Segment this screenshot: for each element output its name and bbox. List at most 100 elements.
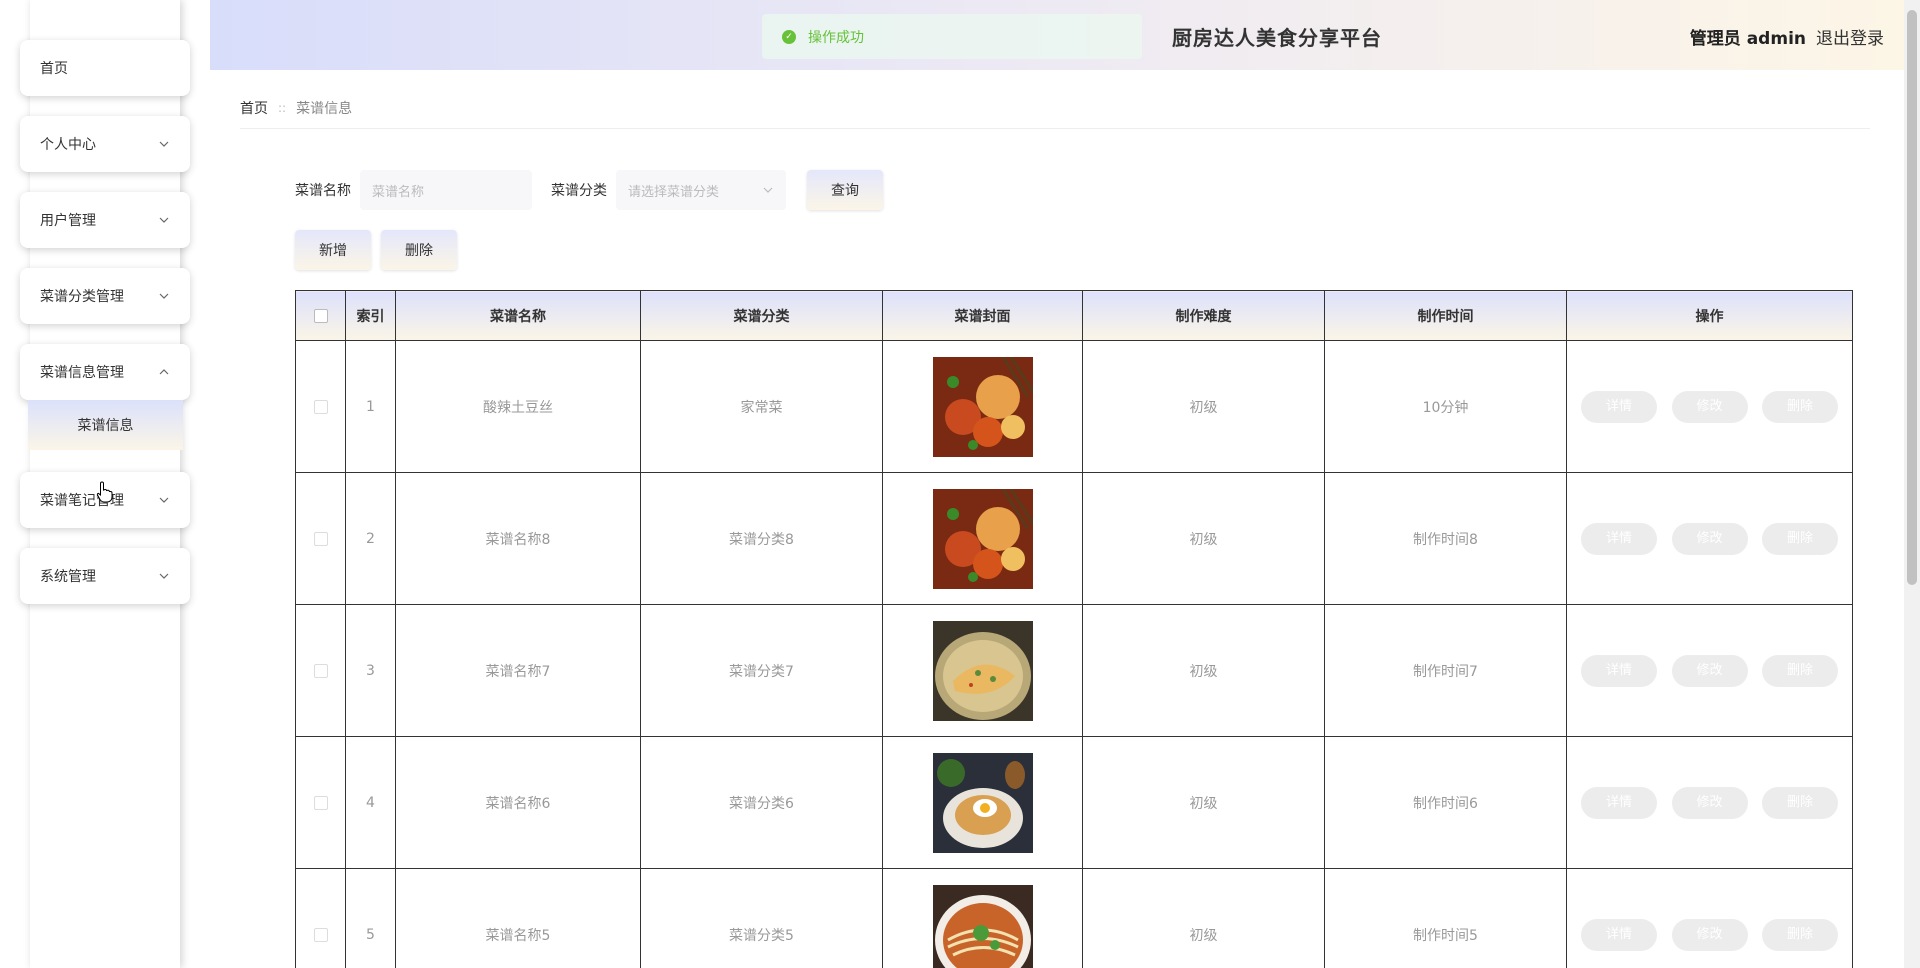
recipe-name: 菜谱名称7: [395, 604, 641, 737]
row-delete-button[interactable]: 删除: [1761, 786, 1838, 819]
recipe-category: 菜谱分类6: [640, 736, 883, 869]
food-photo-3: [932, 620, 1033, 721]
recipe-time: 10分钟: [1324, 340, 1567, 473]
column-header: 制作难度: [1082, 290, 1325, 341]
recipe-category: 菜谱分类8: [640, 472, 883, 605]
recipe-time: 制作时间5: [1324, 868, 1567, 968]
sidebar-item-personal-center[interactable]: 个人中心: [20, 116, 190, 172]
recipe-category-select[interactable]: 请选择菜谱分类: [616, 170, 786, 210]
edit-button[interactable]: 修改: [1671, 918, 1748, 951]
hand-cursor-icon: [96, 481, 113, 503]
checkbox[interactable]: [313, 927, 328, 942]
checkbox[interactable]: [313, 399, 328, 414]
recipe-category: 家常菜: [640, 340, 883, 473]
detail-button[interactable]: 详情: [1581, 654, 1658, 687]
query-button[interactable]: 查询: [807, 170, 883, 210]
breadcrumb-home[interactable]: 首页: [240, 98, 268, 118]
chevron-down-icon: [159, 141, 169, 147]
recipe-cover-cell: [882, 340, 1083, 473]
detail-button[interactable]: 详情: [1581, 522, 1658, 555]
breadcrumb-separator: ::: [278, 101, 287, 115]
recipe-time: 制作时间7: [1324, 604, 1567, 737]
scrollbar-thumb[interactable]: [1907, 10, 1917, 585]
page-scrollbar[interactable]: [1904, 0, 1920, 968]
row-index: 4: [345, 736, 396, 869]
edit-button[interactable]: 修改: [1671, 786, 1748, 819]
sidebar-item-recipe-info[interactable]: 菜谱信息管理: [20, 344, 190, 400]
recipe-category: 菜谱分类7: [640, 604, 883, 737]
sidebar-item-system[interactable]: 系统管理: [20, 548, 190, 604]
edit-button[interactable]: 修改: [1671, 390, 1748, 423]
site-title: 厨房达人美食分享平台: [1172, 26, 1382, 50]
table-header-row: 索引 菜谱名称 菜谱分类 菜谱封面 制作难度 制作时间 操作: [295, 290, 1853, 341]
checkbox[interactable]: [313, 795, 328, 810]
recipe-cover-cell: [882, 472, 1083, 605]
recipe-time: 制作时间6: [1324, 736, 1567, 869]
recipe-difficulty: 初级: [1082, 340, 1325, 473]
column-header: 操作: [1566, 290, 1853, 341]
checkbox[interactable]: [313, 531, 328, 546]
add-button[interactable]: 新增: [295, 230, 371, 270]
edit-button[interactable]: 修改: [1671, 522, 1748, 555]
checkbox[interactable]: [313, 308, 328, 323]
sidebar-item-label: 个人中心: [40, 137, 96, 153]
row-select-cell[interactable]: [295, 340, 346, 473]
row-select-cell[interactable]: [295, 472, 346, 605]
recipe-category-placeholder: 请选择菜谱分类: [628, 184, 720, 200]
recipe-category-label: 菜谱分类: [551, 183, 607, 199]
detail-button[interactable]: 详情: [1581, 390, 1658, 423]
success-toast: ✓ 操作成功: [762, 14, 1142, 59]
breadcrumb: 首页 :: 菜谱信息: [240, 98, 352, 118]
recipe-name: 酸辣土豆丝: [395, 340, 641, 473]
chevron-down-icon: [763, 187, 773, 193]
detail-button[interactable]: 详情: [1581, 918, 1658, 951]
table-row: 4 菜谱名称6 菜谱分类6 初级 制作时间6 详情 修改 删除: [295, 736, 1853, 869]
row-actions: 详情 修改 删除: [1566, 736, 1853, 869]
chevron-down-icon: [159, 497, 169, 503]
recipe-name-placeholder: 菜谱名称: [372, 184, 425, 200]
logout-link[interactable]: 退出登录: [1816, 24, 1884, 49]
row-index: 2: [345, 472, 396, 605]
recipe-name: 菜谱名称6: [395, 736, 641, 869]
header-select-all[interactable]: [295, 290, 346, 341]
row-delete-button[interactable]: 删除: [1761, 390, 1838, 423]
table-row: 3 菜谱名称7 菜谱分类7 初级 制作时间7 详情 修改 删除: [295, 604, 1853, 737]
row-index: 3: [345, 604, 396, 737]
recipe-category: 菜谱分类5: [640, 868, 883, 968]
recipe-table: 索引 菜谱名称 菜谱分类 菜谱封面 制作难度 制作时间 操作 1 酸辣土豆丝 家…: [295, 290, 1853, 968]
row-select-cell[interactable]: [295, 736, 346, 869]
row-delete-button[interactable]: 删除: [1761, 918, 1838, 951]
column-header: 索引: [345, 290, 396, 341]
breadcrumb-current: 菜谱信息: [296, 101, 353, 117]
sidebar-item-home[interactable]: 首页: [20, 40, 190, 96]
recipe-name-label: 菜谱名称: [295, 183, 351, 199]
recipe-name: 菜谱名称8: [395, 472, 641, 605]
chevron-down-icon: [159, 573, 169, 579]
recipe-difficulty: 初级: [1082, 472, 1325, 605]
chevron-up-icon: [159, 369, 169, 375]
row-index: 1: [345, 340, 396, 473]
delete-button[interactable]: 删除: [381, 230, 457, 270]
chevron-down-icon: [159, 293, 169, 299]
sidebar-item-recipe-category[interactable]: 菜谱分类管理: [20, 268, 190, 324]
row-select-cell[interactable]: [295, 604, 346, 737]
checkbox[interactable]: [313, 663, 328, 678]
sidebar-item-label: 菜谱分类管理: [40, 289, 124, 305]
recipe-cover-cell: [882, 736, 1083, 869]
row-select-cell[interactable]: [295, 868, 346, 968]
table-row: 1 酸辣土豆丝 家常菜 初级 10分钟 详情 修改 删除: [295, 340, 1853, 473]
row-delete-button[interactable]: 删除: [1761, 522, 1838, 555]
divider: [240, 128, 1870, 129]
sidebar-item-user-management[interactable]: 用户管理: [20, 192, 190, 248]
sidebar-subitem-label: 菜谱信息: [77, 418, 134, 434]
row-actions: 详情 修改 删除: [1566, 604, 1853, 737]
food-photo-5: [932, 884, 1033, 968]
food-photo-1: [932, 356, 1033, 457]
sidebar-item-label: 首页: [40, 61, 68, 77]
recipe-difficulty: 初级: [1082, 736, 1325, 869]
sidebar-subitem-recipe-info[interactable]: 菜谱信息: [28, 400, 183, 450]
detail-button[interactable]: 详情: [1581, 786, 1658, 819]
row-delete-button[interactable]: 删除: [1761, 654, 1838, 687]
recipe-name-input[interactable]: 菜谱名称: [360, 170, 532, 210]
edit-button[interactable]: 修改: [1671, 654, 1748, 687]
